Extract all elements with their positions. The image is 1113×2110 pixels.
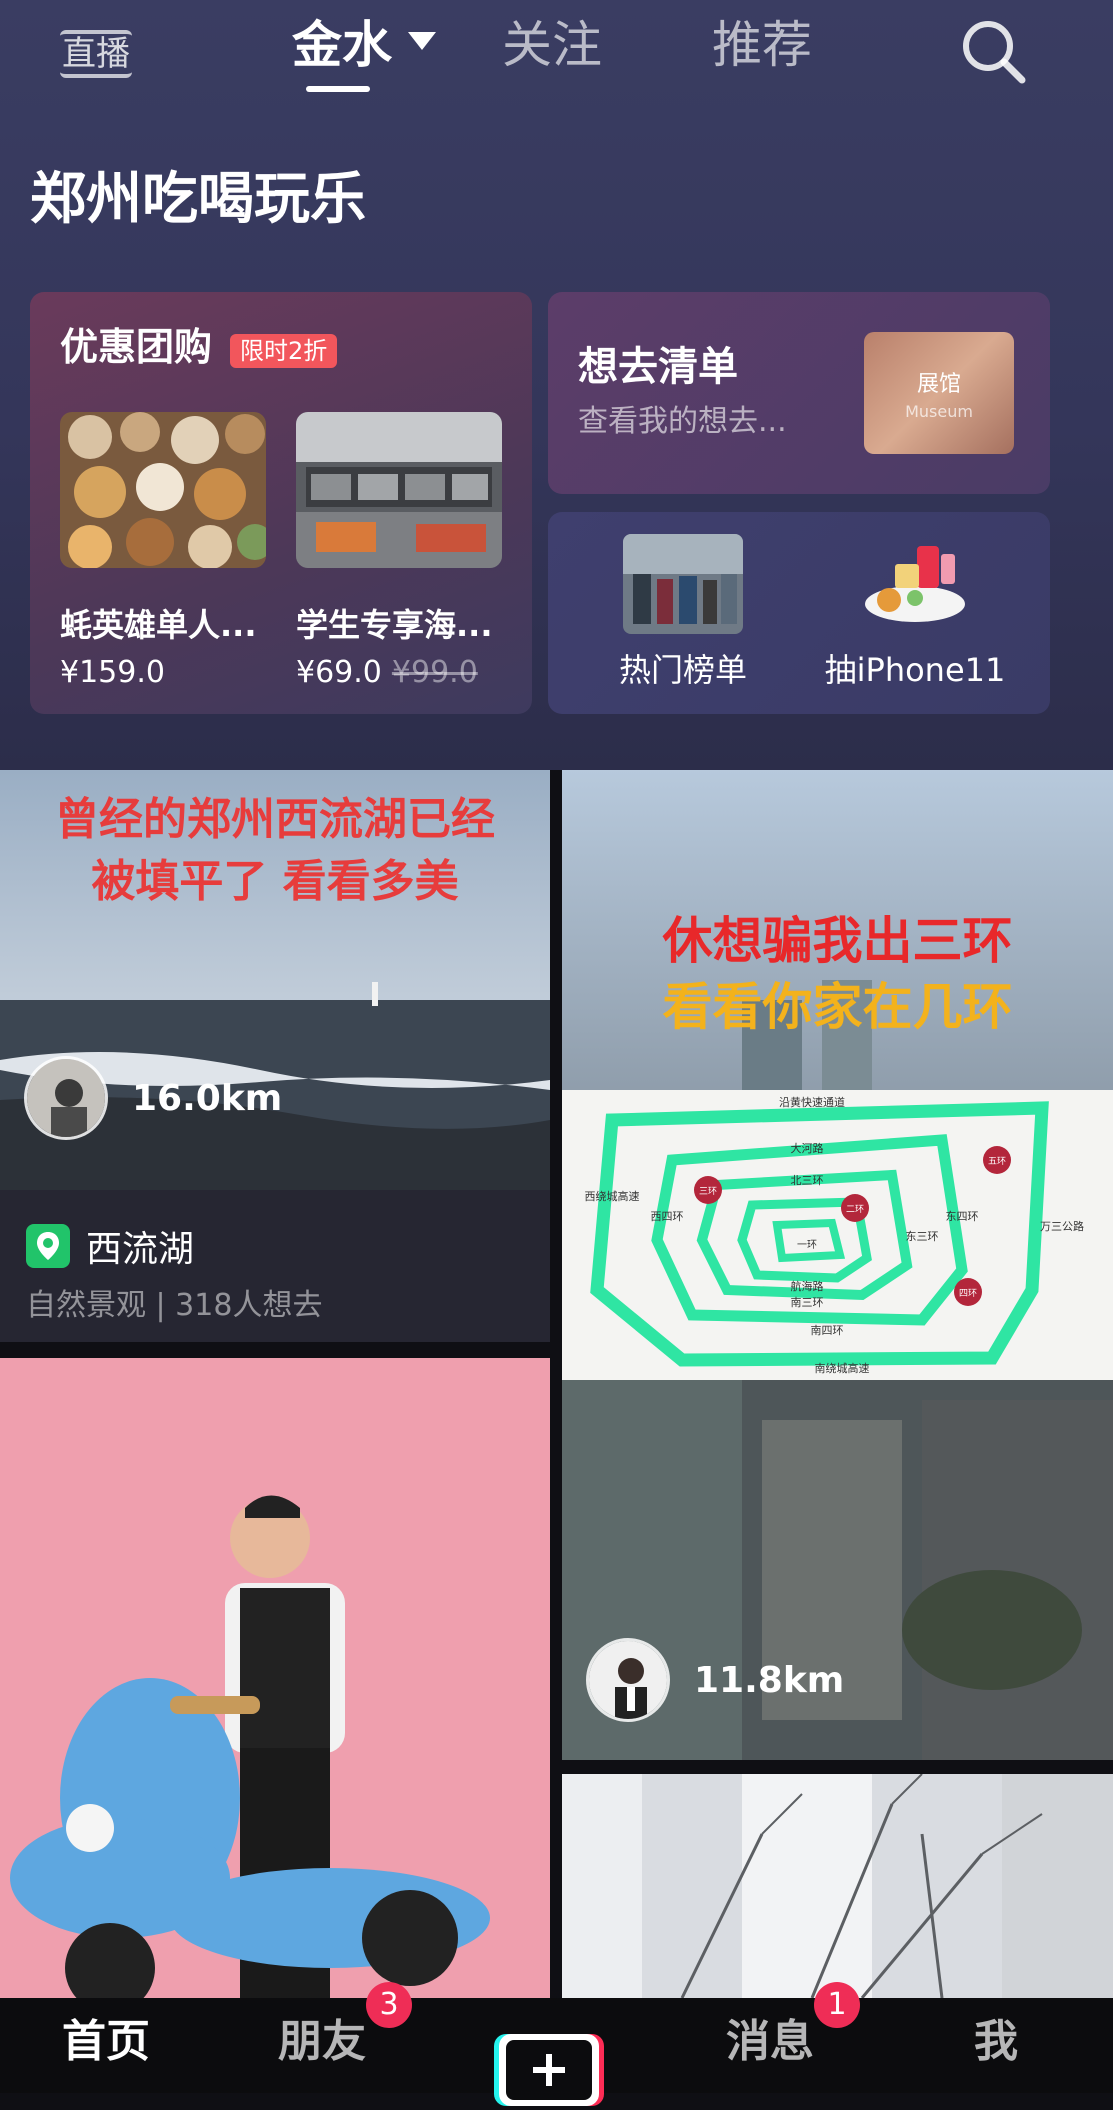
- map-label-top: 沿黄快速通道: [779, 1095, 845, 1109]
- hot-list-label: 热门榜单: [618, 651, 747, 689]
- section-title: 郑州吃喝玩乐: [30, 167, 366, 232]
- map-label-wanshan: 万三公路: [1040, 1220, 1084, 1233]
- map-label-r5: 五环: [988, 1156, 1006, 1167]
- tab-jinshui[interactable]: 金水: [292, 10, 392, 80]
- feed-card-balloon-scooter[interactable]: [0, 1358, 550, 1998]
- friends-badge: 3: [366, 1982, 412, 2028]
- search-icon[interactable]: [958, 16, 1028, 86]
- thumb-subtitle: Museum: [905, 402, 973, 421]
- tab-recommend[interactable]: 推荐: [712, 10, 812, 80]
- video-caption-line1: 休想骗我出三环: [662, 912, 1013, 970]
- map-label-south: 南绕城高速: [815, 1361, 870, 1375]
- map-label-r2: 二环: [846, 1204, 864, 1215]
- distance-row: 16.0km: [24, 1056, 282, 1140]
- gift-image: [855, 534, 975, 634]
- video-caption-line2: 看看你家在几环: [662, 978, 1013, 1036]
- feed-card-xiliu-lake[interactable]: 曾经的郑州西流湖已经 被填平了 看看多美 16.0km 西流湖 自然景观 | 3…: [0, 770, 550, 1342]
- deal-item-price: ¥159.0: [60, 655, 165, 690]
- avatar[interactable]: [24, 1056, 108, 1140]
- map-label-s4: 南四环: [811, 1324, 844, 1337]
- ranking-card: 热门榜单 抽iPhone11: [548, 512, 1050, 714]
- avatar[interactable]: [586, 1638, 670, 1722]
- map-label-west: 西绕城高速: [585, 1189, 640, 1203]
- deal-item[interactable]: 蚝英雄单人... ¥159.0: [60, 412, 266, 690]
- local-header: 直播 金水 关注 推荐 郑州吃喝玩乐 优惠团购 限时2折 蚝英雄单人... ¥1…: [0, 0, 1113, 770]
- live-icon[interactable]: 直播: [60, 30, 132, 78]
- deal-item-name: 蚝英雄单人...: [60, 606, 257, 644]
- building-thumbnail: [562, 1774, 1113, 1998]
- ring-road-map: 三环 二环 五环 四环 沿黄快速通道 大河路 北三环 一环 航海路 南三环 南四…: [562, 1090, 1113, 1380]
- chevron-down-icon[interactable]: [408, 32, 436, 50]
- group-deal-card[interactable]: 优惠团购 限时2折 蚝英雄单人... ¥159.0 学生专享海... ¥69.0…: [30, 292, 532, 714]
- distance-label: 11.8km: [694, 1659, 845, 1701]
- discount-badge: 限时2折: [230, 334, 338, 368]
- hot-list-entry[interactable]: 热门榜单: [578, 534, 788, 692]
- video-caption-line2: 被填平了 看看多美: [91, 856, 459, 907]
- map-label-e4: 东四环: [946, 1210, 979, 1223]
- buffet-image: [296, 412, 502, 568]
- museum-thumbnail: 展馆 Museum: [864, 332, 1014, 454]
- location-pin-icon: [26, 1224, 70, 1268]
- wish-list-card[interactable]: 想去清单 查看我的想去... 展馆 Museum: [548, 292, 1050, 494]
- map-label-hang: 航海路: [791, 1279, 824, 1293]
- original-price: ¥99.0: [391, 655, 478, 690]
- map-label-w4: 西四环: [651, 1210, 684, 1223]
- map-label-r3: 三环: [699, 1186, 717, 1197]
- deal-item[interactable]: 学生专享海... ¥69.0 ¥99.0: [296, 412, 502, 690]
- video-caption-line1: 曾经的郑州西流湖已经: [55, 794, 495, 845]
- nav-friends[interactable]: 朋友: [278, 2012, 366, 2072]
- distance-label: 16.0km: [132, 1077, 283, 1119]
- map-label-r1: 一环: [797, 1240, 817, 1251]
- create-button[interactable]: [494, 2030, 604, 2110]
- nav-messages[interactable]: 消息: [726, 2012, 814, 2072]
- map-label-dahe: 大河路: [791, 1141, 824, 1155]
- distance-row: 11.8km: [586, 1638, 844, 1722]
- wish-list-title: 想去清单: [578, 344, 738, 390]
- map-label-e3: 东三环: [906, 1230, 939, 1243]
- iphone-lottery-label: 抽iPhone11: [824, 651, 1006, 689]
- wish-list-subtitle: 查看我的想去...: [578, 404, 787, 439]
- nav-home[interactable]: 首页: [62, 2012, 150, 2072]
- map-label-n3: 北三环: [791, 1174, 824, 1187]
- current-price: ¥69.0: [296, 655, 382, 690]
- map-label-s3: 南三环: [791, 1296, 824, 1309]
- active-tab-indicator: [306, 86, 370, 92]
- poi-meta: 自然景观 | 318人想去: [26, 1288, 323, 1323]
- feed-card-ring-road[interactable]: 休想骗我出三环 看看你家在几环 三环 二环 五环 四环 沿黄快速通道 大河路 北…: [562, 770, 1113, 1760]
- poi-name: 西流湖: [86, 1229, 195, 1270]
- map-label-r4: 四环: [959, 1288, 977, 1299]
- top-nav: 直播 金水 关注 推荐: [0, 0, 1113, 110]
- nav-me[interactable]: 我: [974, 2012, 1018, 2072]
- tab-follow[interactable]: 关注: [502, 10, 602, 80]
- balloon-video-thumbnail: [0, 1358, 550, 1998]
- iphone-lottery-entry[interactable]: 抽iPhone11: [810, 534, 1020, 692]
- feed-card-building[interactable]: [562, 1774, 1113, 1998]
- deal-item-price: ¥69.0 ¥99.0: [296, 652, 478, 694]
- poi-row[interactable]: 西流湖: [26, 1220, 194, 1272]
- deal-item-name: 学生专享海...: [296, 606, 493, 644]
- deal-card-title: 优惠团购: [60, 325, 213, 369]
- messages-badge: 1: [814, 1982, 860, 2028]
- hot-list-image: [623, 534, 743, 634]
- thumb-title: 展馆: [916, 372, 961, 397]
- seafood-image: [60, 412, 266, 568]
